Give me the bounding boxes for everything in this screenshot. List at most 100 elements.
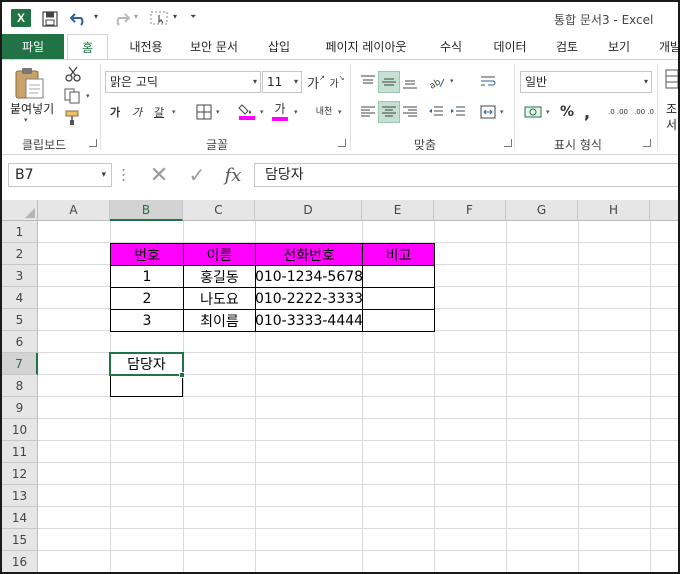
underline-dropdown-icon[interactable]: ▾	[172, 108, 176, 116]
row-header-14[interactable]: 14	[2, 507, 38, 529]
increase-decimal-button[interactable]: .0 .00	[606, 101, 630, 123]
formula-input[interactable]: 담당자	[254, 163, 678, 187]
clipboard-launcher-icon[interactable]	[89, 139, 97, 147]
column-header-a[interactable]: A	[38, 200, 110, 221]
chevron-down-icon[interactable]: ▾	[253, 72, 257, 92]
row-header-4[interactable]: 4	[2, 287, 38, 309]
tab-data[interactable]: 데이터	[482, 34, 538, 60]
conditional-format-icon[interactable]	[662, 68, 678, 90]
table-header-cell[interactable]: 번호	[110, 243, 184, 266]
tab-personal[interactable]: 내전용	[116, 34, 176, 60]
chevron-down-icon[interactable]: ▾	[294, 72, 298, 92]
align-middle-button[interactable]	[378, 71, 400, 93]
chevron-down-icon[interactable]: ▾	[101, 164, 106, 186]
align-right-button[interactable]	[400, 101, 420, 123]
borders-icon[interactable]	[196, 104, 214, 120]
table-header-cell[interactable]: 비고	[362, 243, 435, 266]
table-cell[interactable]: 1	[110, 265, 184, 288]
fill-color-icon[interactable]	[238, 102, 256, 120]
column-header-i[interactable]	[650, 200, 678, 221]
table-cell[interactable]: 3	[110, 309, 184, 332]
tab-developer[interactable]: 개발	[650, 34, 678, 60]
increase-indent-button[interactable]	[448, 101, 468, 123]
row-header-3[interactable]: 3	[2, 265, 38, 287]
alignment-launcher-icon[interactable]	[504, 139, 512, 147]
row-header-15[interactable]: 15	[2, 529, 38, 551]
table-header-cell[interactable]: 이름	[183, 243, 256, 266]
redo-dropdown-icon[interactable]: ▾	[134, 12, 138, 21]
cell-b7-selected[interactable]: 담당자	[109, 352, 184, 376]
paste-icon[interactable]	[12, 66, 46, 100]
cut-icon[interactable]	[64, 66, 82, 82]
row-header-13[interactable]: 13	[2, 485, 38, 507]
grow-font-button[interactable]: 가 ↗	[306, 71, 326, 93]
font-launcher-icon[interactable]	[338, 139, 346, 147]
tab-page-layout[interactable]: 페이지 레이아웃	[312, 34, 420, 60]
undo-icon[interactable]	[70, 9, 88, 27]
fill-color-dropdown-icon[interactable]: ▾	[260, 108, 264, 116]
table-cell[interactable]	[362, 265, 435, 288]
insert-function-button[interactable]: fx	[220, 164, 246, 186]
row-header-8[interactable]: 8	[2, 375, 38, 397]
borders-dropdown-icon[interactable]: ▾	[216, 108, 220, 116]
select-dropdown-icon[interactable]: ▾	[173, 12, 177, 21]
table-cell[interactable]: 2	[110, 287, 184, 310]
tab-home[interactable]: 홈	[67, 34, 108, 60]
styles-label-2[interactable]: 서	[666, 116, 677, 133]
bold-button[interactable]: 가	[106, 101, 124, 123]
customize-toolbar-icon[interactable]: ⏷	[190, 12, 196, 22]
underline-button[interactable]: 갈	[150, 101, 168, 123]
row-header-5[interactable]: 5	[2, 309, 38, 331]
copy-dropdown-icon[interactable]: ▾	[86, 92, 90, 100]
undo-dropdown-icon[interactable]: ▾	[94, 12, 98, 21]
accounting-dropdown-icon[interactable]: ▾	[546, 108, 550, 116]
phonetic-dropdown-icon[interactable]: ▾	[338, 108, 342, 116]
percent-style-button[interactable]: %	[558, 101, 576, 123]
table-cell[interactable]: 010-1234-5678	[255, 265, 363, 288]
name-box[interactable]: B7 ▾	[8, 163, 112, 187]
format-painter-icon[interactable]	[64, 110, 82, 126]
wrap-text-button[interactable]	[478, 71, 498, 93]
table-cell[interactable]: 최이름	[183, 309, 256, 332]
row-header-16[interactable]: 16	[2, 551, 38, 572]
column-header-d[interactable]: D	[255, 200, 362, 221]
row-header-7[interactable]: 7	[2, 353, 38, 375]
tab-insert[interactable]: 삽입	[254, 34, 304, 60]
merge-center-button[interactable]	[478, 101, 498, 123]
row-header-11[interactable]: 11	[2, 441, 38, 463]
font-color-button[interactable]: 가	[270, 99, 290, 121]
copy-icon[interactable]	[64, 88, 82, 104]
column-header-e[interactable]: E	[362, 200, 434, 221]
enter-icon[interactable]: ✓	[184, 163, 210, 187]
align-bottom-button[interactable]	[400, 71, 420, 93]
save-icon[interactable]	[42, 11, 58, 27]
orientation-dropdown-icon[interactable]: ▾	[450, 77, 454, 85]
column-header-h[interactable]: H	[578, 200, 650, 221]
cell-b8[interactable]	[110, 374, 183, 397]
align-center-button[interactable]	[378, 101, 400, 123]
italic-button[interactable]: 가	[128, 101, 146, 123]
excel-app-icon[interactable]: X	[11, 9, 31, 27]
styles-label-1[interactable]: 조	[666, 100, 677, 117]
table-cell[interactable]	[362, 309, 435, 332]
row-header-12[interactable]: 12	[2, 463, 38, 485]
row-header-2[interactable]: 2	[2, 243, 38, 265]
font-color-dropdown-icon[interactable]: ▾	[294, 108, 298, 116]
row-header-1[interactable]: 1	[2, 221, 38, 243]
decrease-indent-button[interactable]	[426, 101, 446, 123]
row-header-6[interactable]: 6	[2, 331, 38, 353]
table-header-cell[interactable]: 전화번호	[255, 243, 363, 266]
column-header-c[interactable]: C	[183, 200, 255, 221]
tab-formulas[interactable]: 수식	[426, 34, 476, 60]
font-name-combo[interactable]: 맑은 고딕 ▾	[105, 71, 261, 93]
row-header-10[interactable]: 10	[2, 419, 38, 441]
column-header-f[interactable]: F	[434, 200, 506, 221]
comma-style-button[interactable]: ,	[580, 101, 594, 123]
table-cell[interactable]	[362, 287, 435, 310]
shrink-font-button[interactable]: 가 ↘	[328, 71, 346, 93]
paste-button[interactable]: 붙여넣기	[10, 100, 54, 117]
align-top-button[interactable]	[358, 71, 378, 93]
merge-dropdown-icon[interactable]: ▾	[500, 108, 504, 116]
table-cell[interactable]: 홍길동	[183, 265, 256, 288]
align-left-button[interactable]	[358, 101, 378, 123]
